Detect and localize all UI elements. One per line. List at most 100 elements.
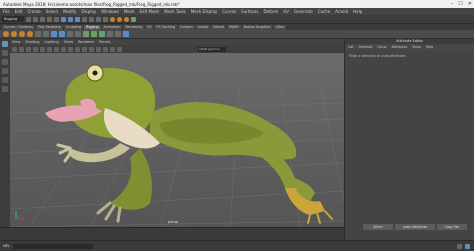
close-button[interactable]: ✕ [468, 1, 472, 7]
lights-icon[interactable] [89, 46, 94, 52]
ambient-occlusion-icon[interactable] [103, 46, 108, 52]
attribute-tab-help[interactable]: Help [426, 45, 433, 49]
render-settings-icon[interactable] [124, 16, 129, 22]
attribute-tab-focus[interactable]: Focus [377, 45, 386, 49]
isolate-select-icon[interactable] [110, 46, 115, 52]
cluster-icon[interactable] [67, 31, 73, 37]
attribute-tab-list[interactable]: List [348, 45, 354, 49]
maximize-button[interactable]: ☐ [458, 1, 462, 7]
select-tool-icon[interactable] [2, 41, 8, 47]
scale-tool-icon[interactable] [2, 86, 8, 92]
viewport-menu-lighting[interactable]: Lighting [45, 40, 59, 44]
snap-point-icon[interactable] [96, 16, 101, 22]
paint-select-icon[interactable] [2, 59, 8, 65]
viewport-menu-panels[interactable]: Panels [99, 40, 110, 44]
menu-generate[interactable]: Generate [294, 9, 313, 14]
copy-tab-button[interactable]: Copy Tab [437, 224, 467, 230]
image-plane-icon[interactable] [33, 46, 38, 52]
paint-weights-icon[interactable] [59, 31, 65, 37]
viewport-menu-shading[interactable]: Shading [25, 40, 39, 44]
bind-skin-icon[interactable] [51, 31, 57, 37]
menu-select[interactable]: Select [46, 9, 58, 14]
help-line-icon [465, 243, 470, 249]
select-button[interactable]: Select [363, 224, 393, 230]
menu-curves[interactable]: Curves [222, 9, 236, 14]
menu-file[interactable]: File [3, 9, 10, 14]
select-component-icon[interactable] [75, 16, 80, 22]
xray-icon[interactable] [117, 46, 122, 52]
snap-surface-icon[interactable] [103, 16, 108, 22]
3d-viewport[interactable]: persp [10, 53, 344, 227]
menu-create[interactable]: Create [27, 9, 40, 14]
menu-modify[interactable]: Modify [63, 9, 76, 14]
ik-handle-icon[interactable] [11, 31, 17, 37]
menu-deform[interactable]: Deform [263, 9, 278, 14]
pole-vector-icon[interactable] [115, 31, 121, 37]
orient-joint-icon[interactable] [43, 31, 49, 37]
load-attributes-button[interactable]: Load Attributes [395, 224, 435, 230]
ipr-render-icon[interactable] [117, 16, 122, 22]
lasso-tool-icon[interactable] [2, 50, 8, 56]
menu-edit-mesh[interactable]: Edit Mesh [140, 9, 160, 14]
move-tool-icon[interactable] [2, 68, 8, 74]
camera-attributes-icon[interactable] [19, 46, 24, 52]
attribute-editor-buttons: Select Load Attributes Copy Tab [345, 224, 474, 230]
mirror-joint-icon[interactable] [35, 31, 41, 37]
attribute-tab-show[interactable]: Show [412, 45, 421, 49]
film-gate-icon[interactable] [47, 46, 52, 52]
select-object-icon[interactable] [68, 16, 73, 22]
menu-cache[interactable]: Cache [318, 9, 330, 14]
select-hierarchy-icon[interactable] [61, 16, 66, 22]
menu-set-dropdown[interactable]: Rigging [2, 16, 24, 22]
safe-action-icon[interactable] [61, 46, 66, 52]
mel-label[interactable]: MEL [3, 244, 10, 248]
viewport-menu-renderer[interactable]: Renderer [78, 40, 94, 44]
ik-spline-icon[interactable] [19, 31, 25, 37]
parent-constraint-icon[interactable] [99, 31, 105, 37]
wireframe-icon[interactable] [68, 46, 73, 52]
bookmark-icon[interactable] [26, 46, 31, 52]
resolution-gate-icon[interactable] [54, 46, 59, 52]
rotate-tool-icon[interactable] [2, 77, 8, 83]
textured-icon[interactable] [82, 46, 87, 52]
snap-curve-icon[interactable] [89, 16, 94, 22]
point-constraint-icon[interactable] [83, 31, 89, 37]
menu-arnold[interactable]: Arnold [335, 9, 348, 14]
menu-mesh-display[interactable]: Mesh Display [191, 9, 218, 14]
colorspace-dropdown[interactable]: sRGB gamma [198, 46, 226, 52]
viewport-menu-view[interactable]: View [12, 40, 20, 44]
menu-display[interactable]: Display [81, 9, 96, 14]
snap-grid-icon[interactable] [82, 16, 87, 22]
smooth-shade-icon[interactable] [75, 46, 80, 52]
open-scene-icon[interactable] [33, 16, 38, 22]
menu-surfaces[interactable]: Surfaces [241, 9, 258, 14]
render-frame-icon[interactable] [110, 16, 115, 22]
insert-joint-icon[interactable] [27, 31, 33, 37]
joint-tool-icon[interactable] [3, 31, 9, 37]
redo-icon[interactable] [54, 16, 59, 22]
mel-command-input[interactable] [13, 243, 94, 249]
attribute-tab-selected[interactable]: Selected [359, 45, 373, 49]
shadows-icon[interactable] [96, 46, 101, 52]
attribute-tab-attributes[interactable]: Attributes [392, 45, 408, 49]
arnold-render-icon[interactable] [131, 16, 136, 22]
menu-mesh-tools[interactable]: Mesh Tools [164, 9, 186, 14]
lattice-icon[interactable] [75, 31, 81, 37]
menu-windows[interactable]: Windows [101, 9, 119, 14]
script-editor-icon[interactable] [457, 243, 462, 249]
new-scene-icon[interactable] [26, 16, 31, 22]
hik-icon[interactable] [123, 31, 129, 37]
orient-constraint-icon[interactable] [91, 31, 97, 37]
menu-help[interactable]: Help [353, 9, 362, 14]
menu-uv[interactable]: UV [283, 9, 289, 14]
save-scene-icon[interactable] [40, 16, 45, 22]
menu-mesh[interactable]: Mesh [124, 9, 135, 14]
camera-icon[interactable] [12, 46, 17, 52]
aim-constraint-icon[interactable] [107, 31, 113, 37]
grid-icon[interactable] [40, 46, 45, 52]
minimize-button[interactable]: – [451, 1, 454, 7]
time-slider[interactable] [0, 227, 344, 240]
viewport-menu-show[interactable]: Show [64, 40, 73, 44]
undo-icon[interactable] [47, 16, 52, 22]
menu-edit[interactable]: Edit [15, 9, 23, 14]
